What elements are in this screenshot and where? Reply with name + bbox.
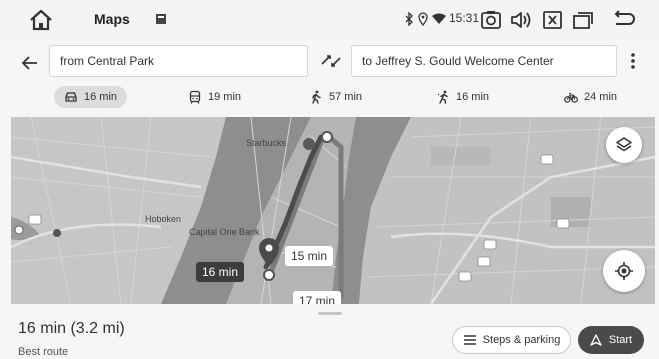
route-time-alt-1[interactable]: 15 min (285, 246, 334, 266)
route-time-selected[interactable]: 16 min (196, 262, 245, 282)
poi-starbucks[interactable]: Starbucks (246, 138, 286, 148)
back-icon[interactable] (612, 9, 638, 31)
mode-ride[interactable]: 16 min (426, 86, 499, 108)
mode-drive[interactable]: 16 min (54, 86, 128, 108)
swap-button[interactable] (319, 51, 343, 71)
layers-icon (616, 137, 632, 152)
mode-ride-time: 16 min (456, 91, 490, 103)
mode-bike-time: 24 min (584, 91, 618, 103)
origin-field[interactable]: from Central Park (49, 45, 308, 77)
mode-transit[interactable]: 19 min (178, 86, 251, 108)
mode-walk[interactable]: 57 min (299, 86, 372, 108)
bike-icon (564, 92, 578, 103)
recents-icon[interactable] (571, 9, 595, 31)
close-box-icon[interactable] (541, 9, 565, 31)
mode-drive-time: 16 min (84, 91, 118, 103)
home-icon[interactable] (28, 8, 54, 32)
place-hoboken: Hoboken (145, 214, 182, 224)
mode-bike[interactable]: 24 min (554, 86, 627, 108)
start-button[interactable]: Start (578, 326, 644, 354)
app-square-icon (154, 12, 168, 26)
mode-walk-time: 57 min (329, 91, 363, 103)
transit-icon (189, 90, 201, 104)
poi-capital-one-bank[interactable]: Capital One Bank (189, 227, 260, 237)
more-options-button[interactable] (623, 49, 643, 73)
route-bottom-sheet: 16 min (3.2 mi) Best route Steps & parki… (0, 304, 659, 359)
my-location-icon (615, 262, 633, 280)
back-arrow-button[interactable] (19, 52, 41, 74)
status-bar: Maps 15:31 (0, 0, 659, 40)
mode-transit-time: 19 min (208, 91, 242, 103)
bluetooth-icon (404, 11, 414, 27)
car-icon (65, 92, 77, 102)
route-time-alt-2[interactable]: 17 min (293, 291, 342, 304)
app-title: Maps (94, 11, 130, 27)
swap-arrows-icon (321, 55, 341, 67)
ride-icon (437, 90, 448, 104)
destination-field[interactable]: to Jeffrey S. Gould Welcome Center (351, 45, 617, 77)
layers-button[interactable] (606, 127, 642, 163)
volume-icon[interactable] (509, 9, 533, 31)
start-label: Start (608, 334, 633, 346)
route-subtitle: Best route (18, 346, 69, 358)
screenshot-icon[interactable] (479, 9, 503, 31)
map-canvas (11, 117, 655, 304)
my-location-button[interactable] (603, 250, 645, 292)
walk-icon (312, 90, 321, 104)
drag-handle[interactable] (318, 312, 342, 315)
steps-parking-label: Steps & parking (482, 334, 561, 346)
steps-parking-button[interactable]: Steps & parking (452, 326, 571, 354)
travel-mode-bar: 16 min 19 min 57 min 16 min 24 min (0, 82, 659, 112)
wifi-icon (432, 11, 446, 27)
location-icon (418, 11, 428, 27)
status-time: 15:31 (449, 11, 480, 25)
more-vert-icon (631, 53, 635, 69)
arrow-left-icon (21, 56, 37, 70)
navigation-arrow-icon (590, 334, 602, 346)
route-summary: 16 min (3.2 mi) (18, 320, 125, 337)
list-icon (463, 335, 476, 345)
map-view[interactable]: Starbucks Hoboken Capital One Bank 16 mi… (11, 117, 655, 304)
